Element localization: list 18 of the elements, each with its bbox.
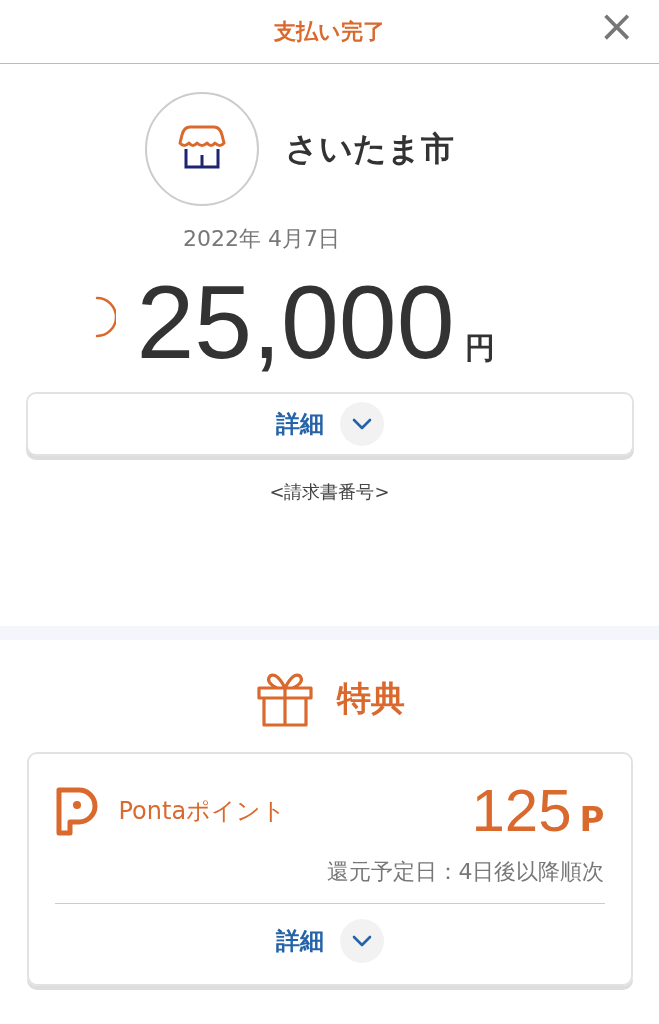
merchant-name: さいたま市 [285,127,454,170]
store-icon [145,92,259,206]
benefits-title: 特典 [336,677,405,720]
payment-amount: 25,000 [136,263,455,382]
payment-date: 2022年 4月7日 [183,225,340,253]
points-amount: 125 [471,776,572,845]
chevron-down-icon [339,919,384,963]
chevron-down-icon [339,402,384,446]
invoice-number-label: <請求書番号> [269,480,390,504]
screen-title: 支払い完了 [274,17,385,46]
details-button[interactable]: 詳細 [269,918,390,964]
payout-schedule: 還元予定日：4日後以降順次 [325,858,605,886]
points-program-name: Pontaポイント [118,795,288,827]
points-logo-icon [54,785,99,836]
spinner-icon [94,295,117,339]
points-unit: P [579,799,605,839]
currency-unit: 円 [464,329,495,367]
close-button[interactable]: × [592,4,641,48]
